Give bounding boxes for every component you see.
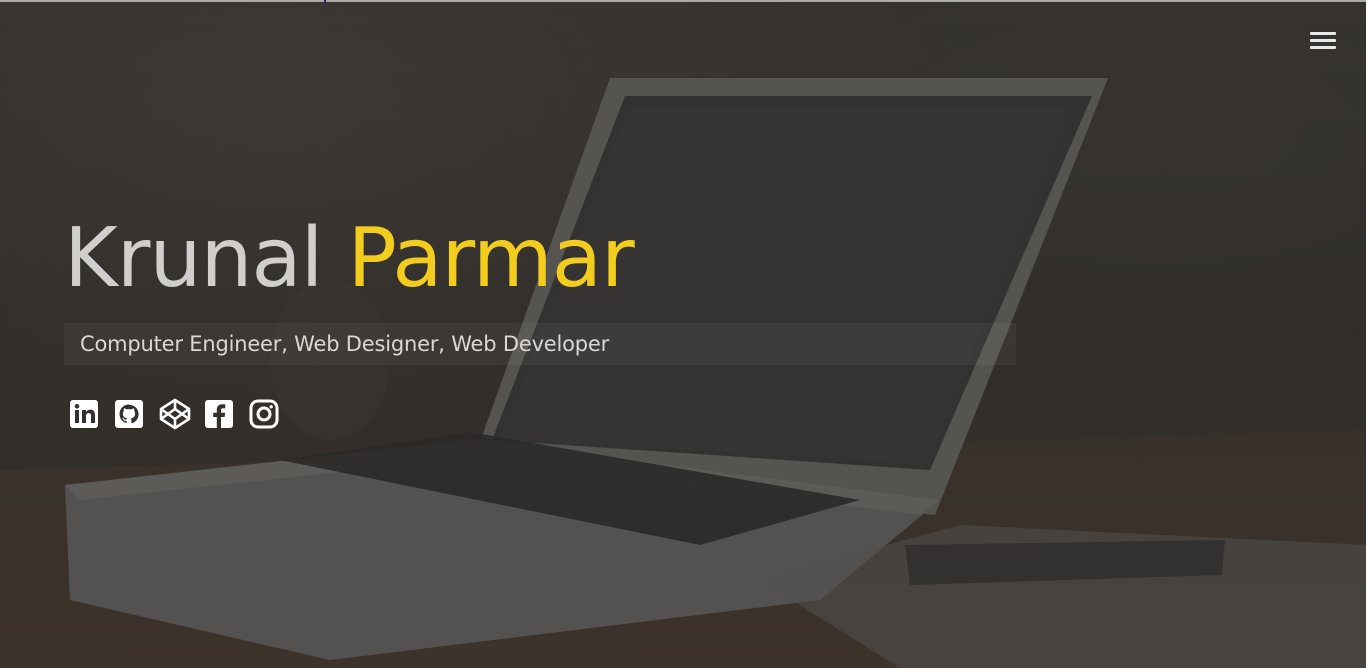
menu-bar-top <box>1310 32 1336 35</box>
codepen-link[interactable] <box>158 398 191 430</box>
facebook-link[interactable] <box>203 398 235 430</box>
menu-bar-middle <box>1310 39 1336 42</box>
codepen-icon <box>159 398 191 430</box>
hero-section: Krunal Parmar Computer Engineer, Web Des… <box>0 0 1366 668</box>
menu-bar-bottom <box>1310 46 1336 49</box>
facebook-icon <box>205 400 233 428</box>
first-name: Krunal <box>64 211 323 306</box>
tagline-bar: Computer Engineer, Web Designer, Web Dev… <box>64 323 1016 365</box>
hero-name: Krunal Parmar <box>64 204 635 314</box>
hamburger-menu-icon[interactable] <box>1310 31 1336 51</box>
hero-content: Krunal Parmar Computer Engineer, Web Des… <box>64 204 1016 430</box>
instagram-link[interactable] <box>248 398 280 430</box>
last-name: Parmar <box>347 211 635 306</box>
linkedin-link[interactable] <box>68 398 100 430</box>
instagram-icon <box>249 399 279 429</box>
social-links <box>68 398 280 430</box>
tagline: Computer Engineer, Web Designer, Web Dev… <box>80 332 610 356</box>
github-link[interactable] <box>113 398 145 430</box>
github-icon <box>115 400 143 428</box>
linkedin-icon <box>70 400 98 428</box>
